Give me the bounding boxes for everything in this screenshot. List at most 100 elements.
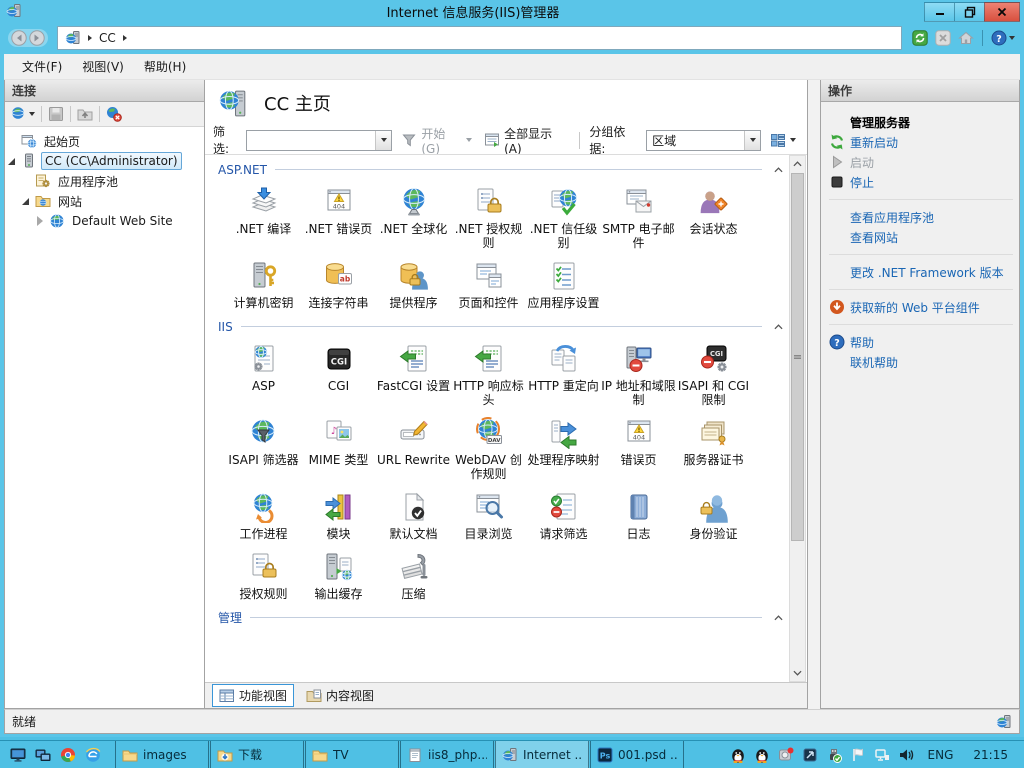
collapse-section-button[interactable] [770, 320, 786, 334]
feature-item[interactable]: 目录浏览 [451, 491, 526, 541]
feature-item[interactable]: HTTP 响应标头 [451, 343, 526, 407]
scroll-up-button[interactable] [790, 156, 805, 172]
feature-item[interactable]: .NET 授权规则 [451, 186, 526, 250]
breadcrumb-node[interactable]: CC [99, 31, 116, 45]
feature-item[interactable]: 提供程序 [376, 260, 451, 310]
feature-item[interactable]: 服务器证书 [676, 417, 751, 481]
save-button[interactable] [47, 105, 65, 123]
scroll-down-button[interactable] [790, 665, 805, 681]
tray-viewer-icon[interactable] [802, 747, 818, 763]
tray-volume-icon[interactable] [898, 747, 914, 763]
minimize-button[interactable] [924, 1, 954, 22]
tab-content-view[interactable]: 内容视图 [299, 684, 381, 707]
scrollbar-thumb[interactable] [791, 173, 804, 541]
up-button[interactable] [76, 105, 94, 123]
tree-expander[interactable] [21, 196, 31, 206]
taskbar-button-4[interactable]: Internet ... [495, 741, 589, 768]
action-link[interactable]: 查看应用程序池 [829, 207, 1013, 227]
taskbar-button-3[interactable]: iis8_php... [400, 741, 494, 768]
bread-arrow-icon[interactable] [122, 35, 127, 41]
feature-item[interactable]: 输出缓存 [301, 551, 376, 601]
view-mode-button[interactable] [767, 130, 799, 150]
help-button[interactable]: ? [990, 29, 1016, 47]
collapse-section-button[interactable] [770, 163, 786, 177]
feature-item[interactable]: CGI ISAPI 和 CGI 限制 [676, 343, 751, 407]
feature-item[interactable]: 会话状态 [676, 186, 751, 250]
tree-item-1[interactable]: CC (CC\Administrator) [5, 151, 204, 171]
action-link[interactable]: 更改 .NET Framework 版本 [829, 262, 1013, 282]
clock[interactable]: 21:15 [967, 748, 1014, 762]
launch-chrome-button[interactable] [60, 747, 76, 763]
tree-expander[interactable] [35, 216, 45, 226]
action-link[interactable]: 停止 [829, 172, 1013, 192]
action-link[interactable]: 联机帮助 [829, 352, 1013, 372]
launch-monitor-button[interactable] [10, 747, 26, 763]
tree-item-4[interactable]: Default Web Site [5, 211, 204, 231]
feature-item[interactable]: 计算机密钥 [226, 260, 301, 310]
launch-pc-network-button[interactable] [35, 747, 51, 763]
collapse-section-button[interactable] [770, 611, 786, 625]
feature-item[interactable]: 身份验证 [676, 491, 751, 541]
tray-qq-icon[interactable] [754, 747, 770, 763]
action-link[interactable]: 重新启动 [829, 132, 1013, 152]
feature-item[interactable]: 404 .NET 错误页 [301, 186, 376, 250]
create-connection-button[interactable] [10, 105, 36, 123]
feature-item[interactable]: 处理程序映射 [526, 417, 601, 481]
action-link[interactable]: ? 帮助 [829, 332, 1013, 352]
launch-ie-button[interactable] [85, 747, 101, 763]
feature-item[interactable]: IP 地址和域限制 [601, 343, 676, 407]
tree-expander[interactable] [7, 156, 17, 166]
menu-item-1[interactable]: 视图(V) [72, 54, 134, 79]
menu-item-0[interactable]: 文件(F) [12, 54, 72, 79]
feature-item[interactable]: .NET 全球化 [376, 186, 451, 250]
action-link[interactable]: 查看网站 [829, 227, 1013, 247]
taskbar-button-1[interactable]: 下载 [210, 741, 304, 768]
menu-item-2[interactable]: 帮助(H) [134, 54, 196, 79]
feature-item[interactable]: URL Rewrite [376, 417, 451, 481]
close-button[interactable] [984, 1, 1020, 22]
vertical-scrollbar[interactable] [789, 155, 806, 682]
feature-item[interactable]: SMTP 电子邮件 [601, 186, 676, 250]
feature-item[interactable]: ISAPI 筛选器 [226, 417, 301, 481]
tray-network-icon[interactable] [874, 747, 890, 763]
feature-item[interactable]: .NET 信任级别 [526, 186, 601, 250]
tree-item-2[interactable]: 应用程序池 [5, 171, 204, 191]
tree-item-3[interactable]: 网站 [5, 191, 204, 211]
action-link[interactable]: 获取新的 Web 平台组件 [829, 297, 1013, 317]
feature-item[interactable]: FastCGI 设置 [376, 343, 451, 407]
refresh-button[interactable] [911, 29, 929, 47]
feature-item[interactable]: 请求筛选 [526, 491, 601, 541]
group-by-select[interactable]: 区域 [646, 129, 761, 151]
feature-item[interactable]: HTTP 重定向 [526, 343, 601, 407]
feature-item[interactable]: .NET 编译 [226, 186, 301, 250]
feature-item[interactable]: 工作进程 [226, 491, 301, 541]
home-button[interactable] [957, 29, 975, 47]
feature-item[interactable]: 压缩 [376, 551, 451, 601]
feature-item[interactable]: DAV WebDAV 创作规则 [451, 417, 526, 481]
language-indicator[interactable]: ENG [922, 748, 960, 762]
tray-qq-icon[interactable] [730, 747, 746, 763]
tray-capture-icon[interactable] [778, 747, 794, 763]
feature-item[interactable]: 日志 [601, 491, 676, 541]
feature-item[interactable]: 授权规则 [226, 551, 301, 601]
tab-features-view[interactable]: 功能视图 [212, 684, 295, 707]
taskbar-button-2[interactable]: TV [305, 741, 399, 768]
feature-item[interactable]: 默认文档 [376, 491, 451, 541]
feature-item[interactable]: ASP [226, 343, 301, 407]
feature-item[interactable]: 404 错误页 [601, 417, 676, 481]
feature-item[interactable]: 应用程序设置 [526, 260, 601, 310]
tray-flag-icon[interactable] [850, 747, 866, 763]
feature-item[interactable]: CGI CGI [301, 343, 376, 407]
tray-usb-icon[interactable] [826, 747, 842, 763]
show-all-button[interactable]: 全部显示(A) [481, 123, 570, 158]
back-button[interactable] [11, 30, 27, 46]
feature-item[interactable]: 模块 [301, 491, 376, 541]
disconnect-button[interactable] [105, 105, 123, 123]
filter-go-button[interactable]: 开始(G) [398, 123, 475, 158]
feature-item[interactable]: 页面和控件 [451, 260, 526, 310]
taskbar-button-0[interactable]: images [115, 741, 209, 768]
feature-item[interactable]: ab 连接字符串 [301, 260, 376, 310]
tree-item-0[interactable]: 起始页 [5, 131, 204, 151]
feature-item[interactable]: ♪ MIME 类型 [301, 417, 376, 481]
stop-button[interactable] [934, 29, 952, 47]
